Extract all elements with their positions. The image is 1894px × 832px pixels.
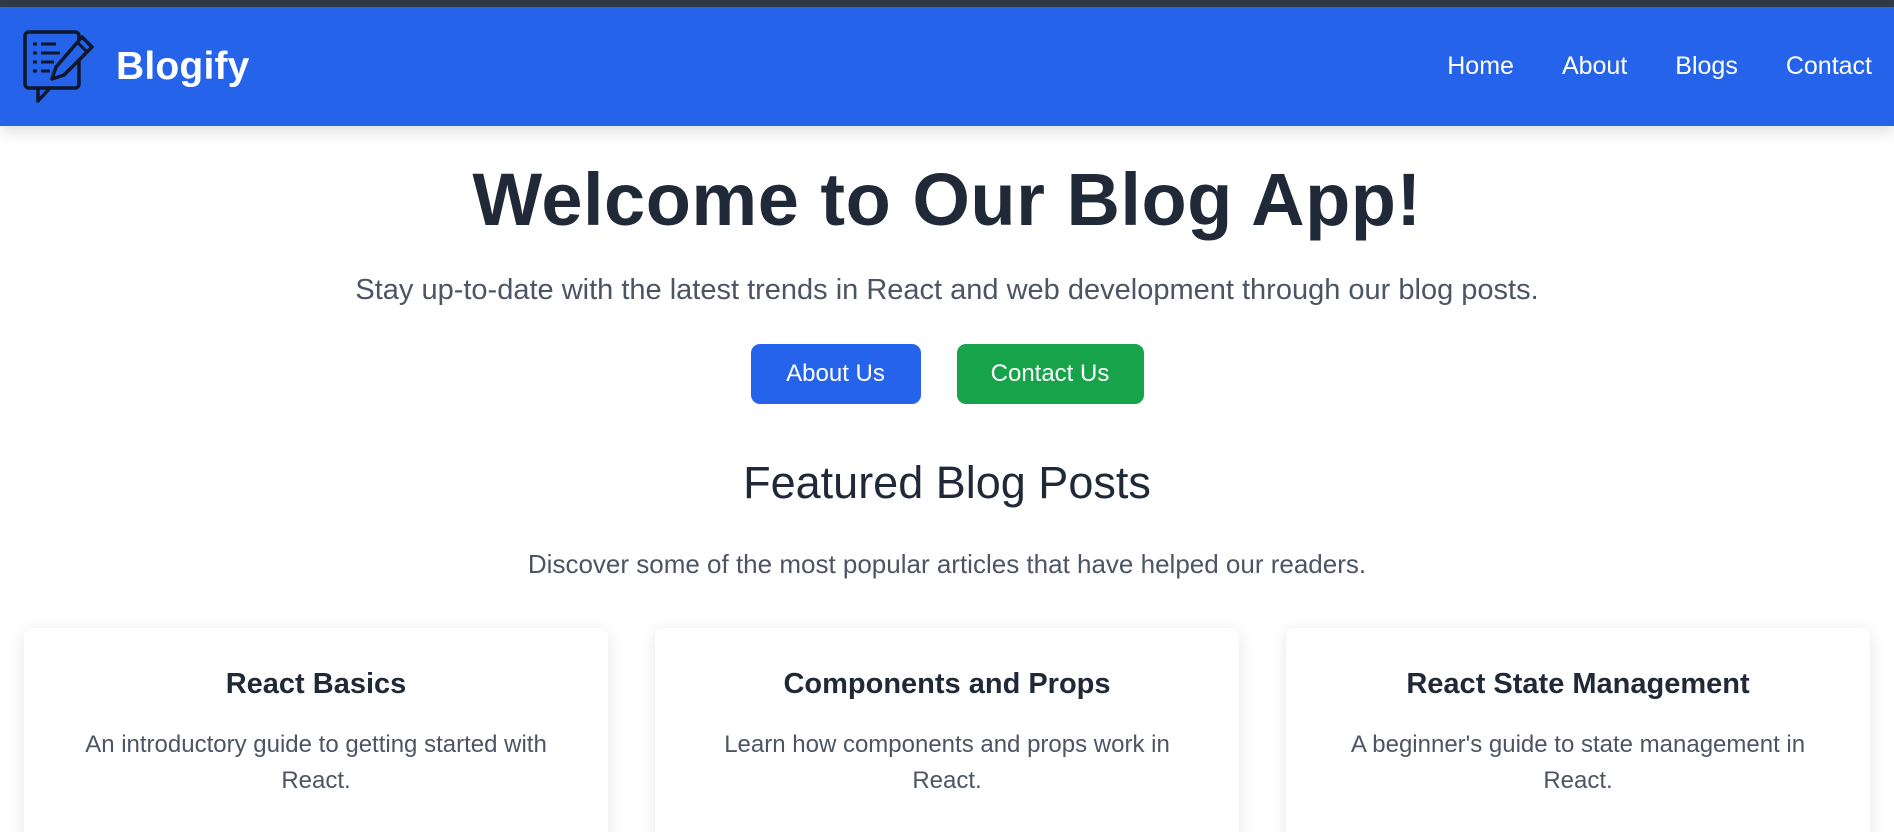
hero-subtitle: Stay up-to-date with the latest trends i… [355, 274, 1539, 306]
featured-subtitle: Discover some of the most popular articl… [527, 549, 1367, 579]
blog-card[interactable]: Components and Props Learn how component… [655, 628, 1239, 832]
featured-title: Featured Blog Posts [743, 457, 1151, 508]
hero-actions: About Us Contact Us [0, 344, 1894, 404]
blog-card-title: React State Management [1406, 668, 1750, 700]
note-edit-icon [23, 29, 94, 103]
nav-item-blogs[interactable]: Blogs [1675, 52, 1738, 81]
brand-name: Blogify [116, 44, 250, 88]
about-us-button[interactable]: About Us [750, 344, 921, 404]
nav-item-about[interactable]: About [1562, 52, 1627, 81]
window-top-strip [0, 0, 1894, 7]
main-content: Welcome to Our Blog App! Stay up-to-date… [0, 156, 1894, 832]
blog-card-title: React Basics [225, 668, 407, 700]
brand[interactable]: Blogify [22, 29, 250, 105]
contact-us-button[interactable]: Contact Us [956, 344, 1144, 404]
blog-card-description: A beginner's guide to state management i… [1350, 731, 1806, 794]
blog-card[interactable]: React State Management A beginner's guid… [1286, 628, 1870, 832]
blog-card-description: An introductory guide to getting started… [85, 731, 547, 794]
main-nav: Home About Blogs Contact [1447, 52, 1872, 81]
hero-title: Welcome to Our Blog App! [472, 158, 1422, 241]
navbar: Blogify Home About Blogs Contact [0, 7, 1894, 126]
blog-card[interactable]: React Basics An introductory guide to ge… [24, 628, 608, 832]
nav-item-contact[interactable]: Contact [1786, 52, 1872, 81]
featured-posts: React Basics An introductory guide to ge… [0, 628, 1894, 832]
blog-card-title: Components and Props [783, 668, 1111, 700]
nav-item-home[interactable]: Home [1447, 52, 1514, 81]
blog-card-description: Learn how components and props work in R… [724, 731, 1170, 794]
